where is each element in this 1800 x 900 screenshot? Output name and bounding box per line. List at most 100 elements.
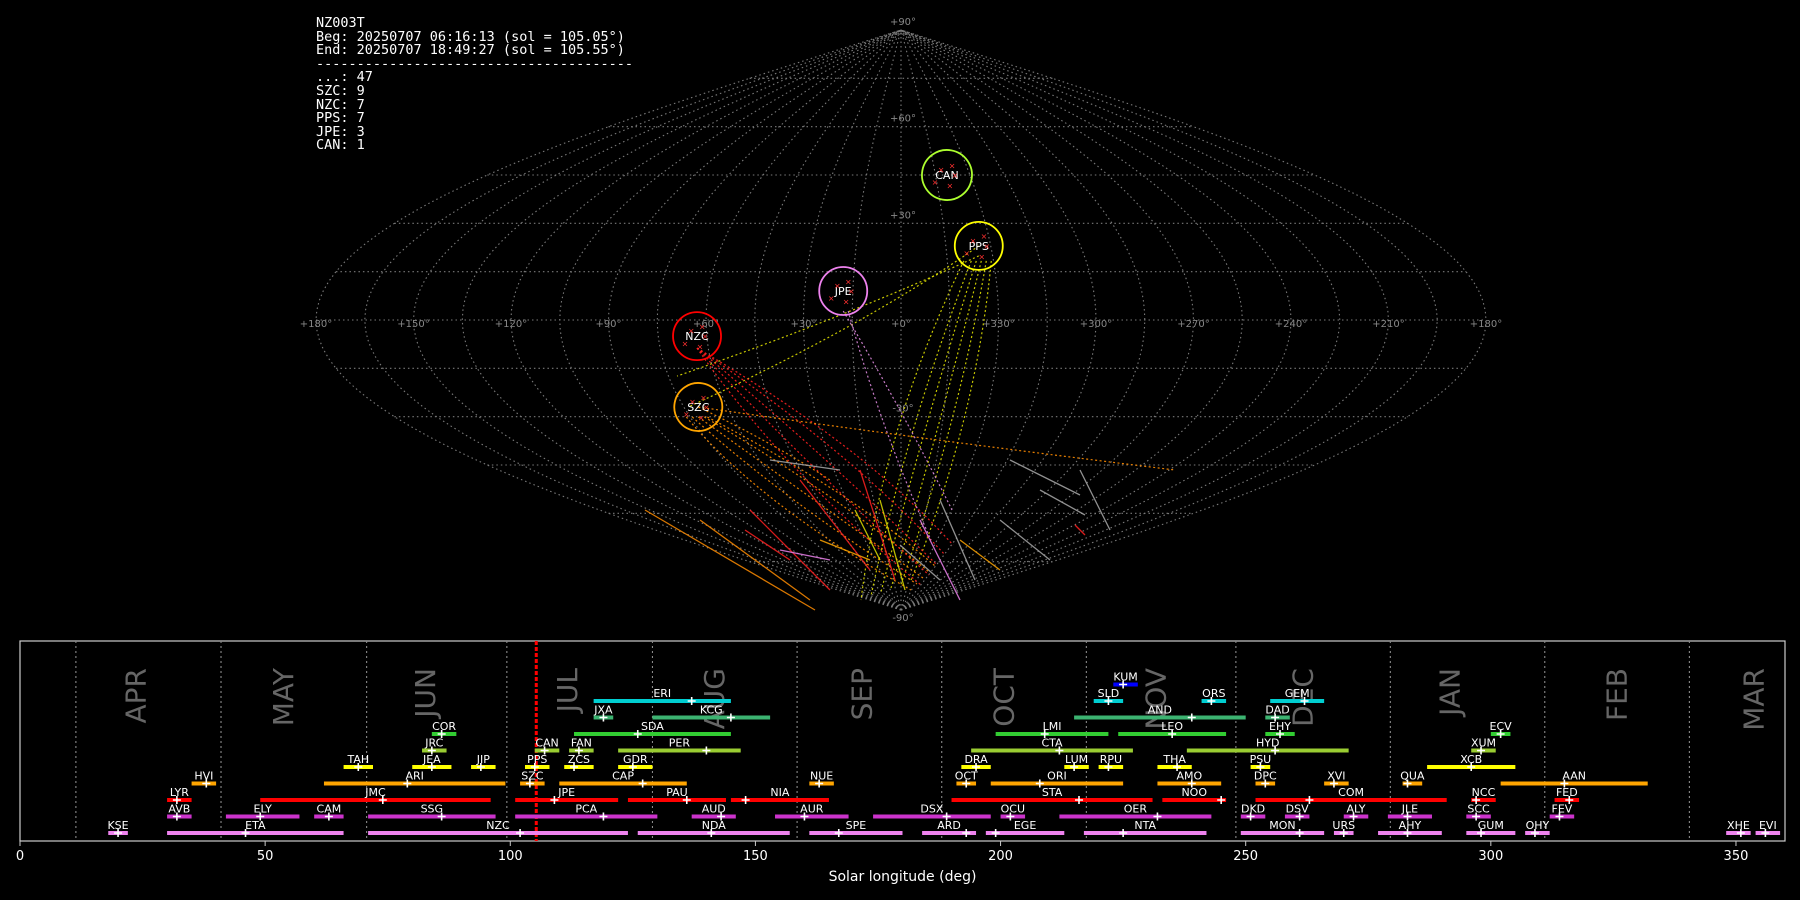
shower-label: ERI	[653, 687, 671, 700]
radiant-point-marker: ×	[932, 178, 939, 187]
shower-label: DSX	[920, 803, 943, 816]
x-tick-label: 100	[498, 849, 523, 864]
radiant-jpe: JPE×××× ×	[818, 266, 869, 316]
shower-urs: URS	[1332, 819, 1355, 837]
shower-fed: FED	[1554, 786, 1580, 804]
longitude-label: +0°	[891, 319, 911, 330]
trajectory-path	[696, 347, 930, 576]
shower-counts: ...: 47 SZC: 9 NZC: 7 PPS: 7 JPE: 3 CAN: 1	[316, 71, 633, 153]
x-axis-label: Solar longitude (deg)	[829, 869, 977, 885]
shower-label: PAU	[666, 786, 688, 799]
radiant-point-marker: ×	[689, 397, 696, 406]
shower-label: XHE	[1727, 819, 1750, 832]
longitude-label: +30°	[790, 319, 816, 330]
shower-label: CAP	[612, 770, 634, 783]
shower-label: DRA	[964, 753, 988, 766]
shower-label: FED	[1556, 786, 1578, 799]
shower-label: THA	[1162, 753, 1186, 766]
info-panel: NZ003T Beg: 20250707 06:16:13 (sol = 105.…	[316, 16, 633, 153]
shower-psu: PSU	[1250, 753, 1272, 771]
shower-dra: DRA	[961, 753, 991, 771]
trajectory-segment	[939, 499, 976, 581]
trajectory-path	[691, 416, 918, 585]
shower-label: MON	[1269, 819, 1295, 832]
radiant-point-marker: ×	[845, 277, 852, 286]
shower-label: ORS	[1202, 687, 1225, 700]
month-label-aug: AUG	[698, 668, 731, 729]
radiant-point-marker: ×	[938, 165, 945, 174]
shower-label: XCB	[1460, 753, 1482, 766]
shower-can: CAN	[534, 737, 560, 755]
trajectory-path	[676, 255, 980, 377]
x-tick-label: 50	[257, 849, 274, 864]
radiant-point-marker: ×	[700, 393, 707, 402]
trajectory-path	[697, 416, 924, 579]
shower-label: ELY	[254, 803, 273, 816]
radiant-point-marker: ×	[947, 182, 954, 191]
shower-label: TAH	[346, 753, 369, 766]
shower-label: KCG	[700, 704, 723, 717]
trajectory-path	[688, 245, 980, 408]
shower-ocu: OCU	[1000, 803, 1026, 821]
radiant-point-marker: ×	[688, 327, 695, 336]
shower-dpc: DPC	[1254, 770, 1277, 788]
x-tick-label: 300	[1478, 849, 1503, 864]
shower-label: FAN	[571, 737, 592, 750]
trajectory-path	[703, 416, 930, 573]
shower-label: HYD	[1256, 737, 1279, 750]
shower-label: HVI	[194, 770, 213, 783]
month-label-may: MAY	[267, 667, 300, 726]
shower-label: LMI	[1043, 720, 1062, 733]
shower-label: QUA	[1400, 770, 1425, 783]
shower-kum: KUM	[1113, 671, 1138, 689]
shower-count-can: CAN: 1	[316, 137, 365, 154]
shower-nue: NUE	[809, 770, 834, 788]
shower-label: KSE	[107, 819, 128, 832]
shower-label: NCC	[1472, 786, 1496, 799]
trajectory-path	[890, 260, 982, 589]
trajectory-segment	[999, 519, 1051, 561]
shower-scc: SCC	[1466, 803, 1491, 821]
shower-label: COM	[1338, 786, 1364, 799]
trajectory-path	[696, 347, 922, 586]
latitude-label: -90°	[892, 613, 913, 624]
trajectory-segment	[1079, 469, 1111, 531]
shower-label: JIP	[476, 753, 490, 766]
shower-label: ARD	[937, 819, 961, 832]
shower-label: EGE	[1014, 819, 1036, 832]
shower-label: XVI	[1327, 770, 1345, 783]
shower-label: JMC	[364, 786, 386, 799]
shower-label: JPE	[557, 786, 575, 799]
shower-qua: QUA	[1400, 770, 1425, 788]
shower-ors: ORS	[1201, 687, 1227, 705]
trajectory-path	[847, 310, 932, 541]
longitude-label: +330°	[982, 319, 1014, 330]
shower-kse: KSE	[107, 819, 129, 837]
shower-zcs: ZCS	[564, 753, 594, 771]
radiant-point-marker: ×	[952, 171, 959, 180]
shower-label: NOO	[1181, 786, 1207, 799]
shower-label: EHY	[1269, 720, 1291, 733]
trajectory-segment	[744, 529, 791, 561]
shower-label: OCU	[1001, 803, 1025, 816]
shower-xum: XUM	[1471, 737, 1496, 755]
radiant-point-marker: ×	[697, 343, 704, 352]
longitude-label: +210°	[1372, 319, 1404, 330]
shower-hvi: HVI	[191, 770, 217, 788]
shower-oct: OCT	[955, 770, 978, 788]
shower-cor: COR	[431, 720, 456, 738]
sky-map: +180° +150° +120° +90° +60° +30° +0° +330° +300°…	[300, 17, 1502, 624]
shower-label: XUM	[1471, 737, 1496, 750]
shower-aly: ALY	[1343, 803, 1369, 821]
shower-ohy: OHY	[1525, 819, 1550, 837]
shower-rpu: RPU	[1098, 753, 1124, 771]
shower-label: PSU	[1250, 753, 1272, 766]
radiant-point-marker: ×	[983, 242, 990, 251]
shower-dad: DAD	[1265, 704, 1290, 722]
shower-label: SSG	[421, 803, 444, 816]
trajectory-path	[685, 416, 912, 591]
shower-label: RPU	[1100, 753, 1122, 766]
shower-label: AMO	[1176, 770, 1202, 783]
shower-label: NIA	[770, 786, 789, 799]
shower-xvi: XVI	[1324, 770, 1349, 788]
